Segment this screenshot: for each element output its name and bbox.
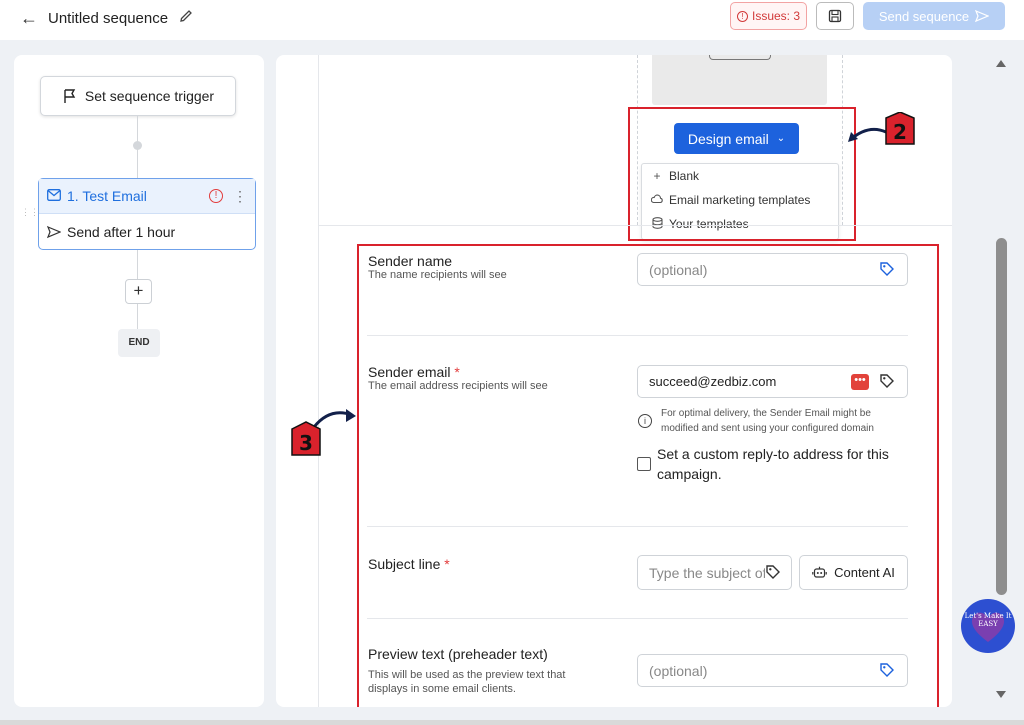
issues-button[interactable]: ! Issues: 3 [730, 2, 807, 30]
annotation-arrow-3: 3 [291, 409, 356, 456]
kebab-icon[interactable]: ⋮ [233, 188, 247, 205]
connector-line [137, 304, 138, 329]
trigger-label: Set sequence trigger [84, 88, 215, 104]
marker-2-label: 2 [893, 120, 907, 144]
alert-icon: ! [736, 10, 748, 22]
connector-line [137, 250, 138, 279]
issues-label: Issues: 3 [751, 9, 801, 23]
step-delay-value: after 1 hour [103, 223, 176, 240]
annotation-box-3 [357, 244, 939, 707]
save-button[interactable] [816, 2, 854, 30]
sequence-title[interactable]: Untitled sequence [48, 10, 168, 27]
end-badge: END [118, 329, 160, 357]
marker-3-label: 3 [299, 431, 313, 455]
add-step-button[interactable]: + [125, 279, 152, 304]
mail-icon [47, 188, 61, 204]
connector-dot [133, 141, 142, 150]
email-preview-thumbnail[interactable] [652, 55, 827, 105]
divider [318, 55, 319, 707]
save-icon [828, 9, 842, 23]
send-plane-icon [47, 225, 61, 238]
thumbnail-button [709, 55, 771, 60]
send-sequence-button[interactable]: Send sequence [863, 2, 1005, 30]
drag-handle-icon[interactable]: ⋮⋮ [21, 207, 39, 218]
window-bottom-edge [0, 720, 1024, 725]
scroll-down-arrow[interactable] [996, 691, 1006, 698]
plus-icon: + [133, 281, 144, 300]
annotation-box-2 [628, 107, 856, 241]
email-step-card[interactable]: 1. Test Email ! ⋮ Send after 1 hour [38, 178, 256, 250]
step-delay: Send after 1 hour [39, 214, 255, 249]
section-divider [318, 225, 952, 226]
annotation-arrow-2: 2 [848, 112, 915, 145]
set-trigger-button[interactable]: Set sequence trigger [40, 76, 236, 116]
step-header: 1. Test Email ! ⋮ [39, 179, 255, 214]
sequence-flow-panel: Set sequence trigger ⋮⋮ 1. Test Email ! … [14, 55, 264, 707]
scrollbar-thumb[interactable] [996, 238, 1007, 595]
step-delay-prefix: Send [67, 223, 104, 240]
scroll-up-arrow[interactable] [996, 60, 1006, 67]
top-bar: ← Untitled sequence ! Issues: 3 Send seq… [0, 0, 1024, 40]
brand-text: Let's Make It EASY [964, 612, 1012, 628]
email-settings-panel: Design email ⌄ + Blank Email marketing t… [276, 55, 952, 707]
flag-icon [64, 89, 76, 103]
send-sequence-label: Send sequence [878, 8, 970, 24]
alert-icon[interactable]: ! [209, 189, 223, 203]
pencil-icon[interactable] [178, 8, 194, 29]
step-title: 1. Test Email [67, 188, 147, 204]
back-arrow-icon[interactable]: ← [20, 8, 38, 29]
send-icon [975, 9, 990, 23]
